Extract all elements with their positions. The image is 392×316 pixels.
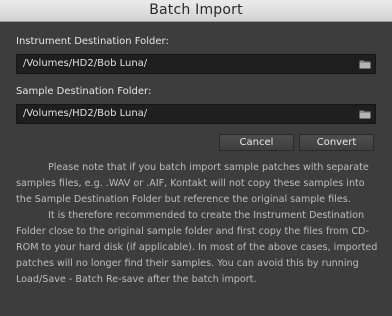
- folder-icon[interactable]: [359, 109, 371, 119]
- batch-import-dialog: Batch Import Instrument Destination Fold…: [0, 0, 392, 316]
- batch-import-note: Please note that if you batch import sam…: [16, 160, 378, 288]
- cancel-button[interactable]: Cancel: [219, 134, 294, 151]
- note-paragraph: It is therefore recommended to create th…: [16, 210, 378, 285]
- sample-folder-label: Sample Destination Folder:: [16, 86, 152, 97]
- instrument-folder-label: Instrument Destination Folder:: [16, 36, 169, 47]
- window-title: Batch Import: [0, 0, 392, 22]
- sample-folder-field[interactable]: /Volumes/HD2/Bob Luna/: [16, 104, 376, 124]
- folder-icon[interactable]: [359, 59, 371, 69]
- note-paragraph: Please note that if you batch import sam…: [16, 162, 369, 205]
- instrument-folder-field[interactable]: /Volumes/HD2/Bob Luna/: [16, 54, 376, 74]
- sample-folder-path: /Volumes/HD2/Bob Luna/: [23, 108, 148, 119]
- instrument-folder-path: /Volumes/HD2/Bob Luna/: [23, 58, 148, 69]
- convert-button[interactable]: Convert: [299, 134, 374, 151]
